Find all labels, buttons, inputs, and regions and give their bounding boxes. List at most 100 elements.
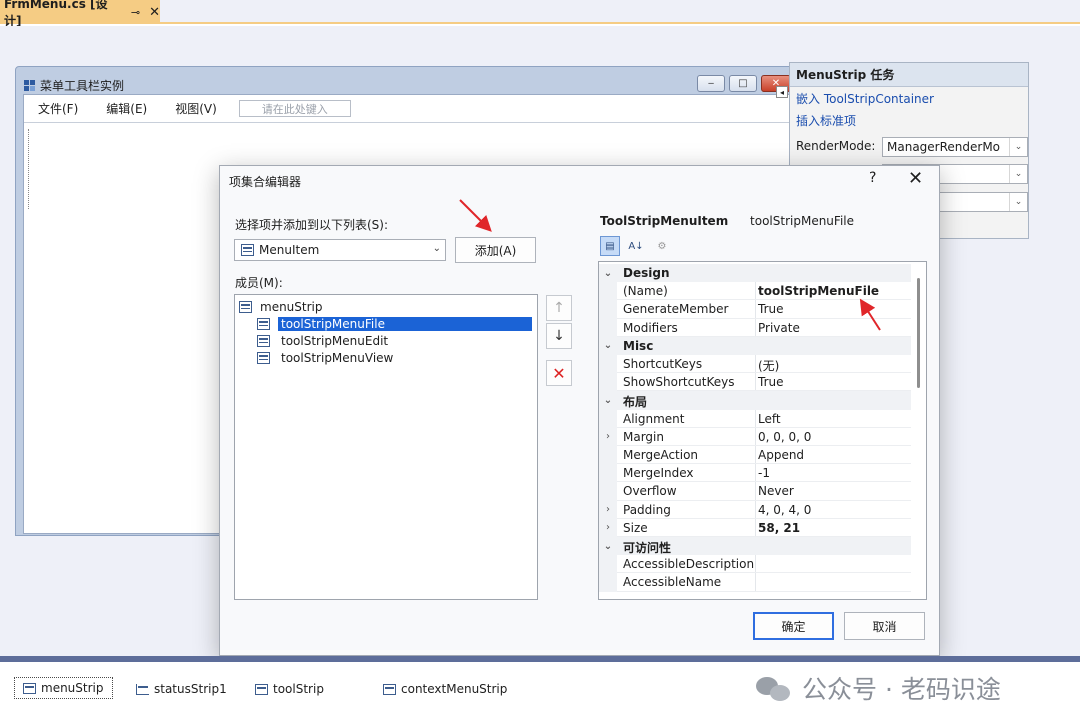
property-gutter <box>599 373 617 392</box>
add-button[interactable]: 添加(A) <box>455 237 536 263</box>
embed-container-link[interactable]: 嵌入 ToolStripContainer <box>796 90 934 107</box>
document-tab[interactable]: FrmMenu.cs [设计] ⊸ ✕ <box>0 0 160 28</box>
tree-item-edit[interactable]: toolStripMenuEdit <box>257 332 391 349</box>
form-app-icon <box>24 80 35 91</box>
expand-icon[interactable]: › <box>599 518 617 537</box>
property-row[interactable]: › Size 58, 21 <box>599 518 911 537</box>
property-row[interactable]: MergeAction Append <box>599 446 911 465</box>
property-category[interactable]: ⌄ 可访问性 <box>599 537 911 556</box>
chevron-down-icon: ⌄ <box>432 243 441 254</box>
select-item-label: 选择项并添加到以下列表(S): <box>235 218 389 232</box>
property-pages-icon[interactable]: ⚙ <box>652 236 672 256</box>
property-row[interactable]: (Name) toolStripMenuFile <box>599 282 911 301</box>
property-row[interactable]: › Margin 0, 0, 0, 0 <box>599 427 911 446</box>
property-row[interactable]: ShowShortcutKeys True <box>599 373 911 392</box>
property-grid-scrollbar[interactable] <box>917 278 920 388</box>
tray-item-toolstrip[interactable]: toolStrip <box>255 682 324 696</box>
property-value[interactable]: True <box>758 375 784 389</box>
remove-button[interactable]: ✕ <box>546 360 572 386</box>
chevron-down-icon: ⌄ <box>1009 193 1027 211</box>
property-gutter <box>599 464 617 483</box>
contextmenustrip-icon <box>383 683 396 695</box>
form-title: 菜单工具栏实例 <box>40 79 125 93</box>
tree-item-label: toolStripMenuFile <box>277 315 533 332</box>
dialog-close-icon[interactable]: ✕ <box>908 168 923 189</box>
collapse-icon[interactable]: ⌄ <box>599 391 617 410</box>
pin-icon[interactable]: ⊸ <box>131 6 140 19</box>
tree-root[interactable]: menuStrip <box>239 298 323 315</box>
property-category[interactable]: ⌄ Misc <box>599 336 911 355</box>
menu-item-view[interactable]: 视图(V) <box>169 100 223 117</box>
property-row[interactable]: Modifiers Private <box>599 318 911 337</box>
property-value[interactable]: Left <box>758 412 781 426</box>
tray-item-label: toolStrip <box>273 682 324 696</box>
property-value[interactable]: 58, 21 <box>758 521 800 535</box>
property-category[interactable]: ⌄ 布局 <box>599 391 911 410</box>
chevron-down-icon: ⌄ <box>1009 165 1027 183</box>
menu-item-icon <box>257 317 270 330</box>
property-value[interactable]: 0, 0, 0, 0 <box>758 430 811 444</box>
property-row[interactable]: AccessibleDescription <box>599 555 911 574</box>
help-icon[interactable]: ? <box>869 170 876 186</box>
watermark: 公众号 · 老码识途 <box>754 670 1001 706</box>
tree-item-view[interactable]: toolStripMenuView <box>257 349 396 366</box>
property-name: ShortcutKeys <box>623 357 703 371</box>
property-value[interactable]: 4, 0, 4, 0 <box>758 503 811 517</box>
move-down-button[interactable]: ↓ <box>546 323 572 349</box>
property-row[interactable]: › Padding 4, 0, 4, 0 <box>599 500 911 519</box>
property-value[interactable]: Private <box>758 321 800 335</box>
component-tray: menuStrip statusStrip1 toolStrip context… <box>0 656 1080 722</box>
property-value[interactable]: True <box>758 302 784 316</box>
collapse-icon[interactable]: ⌄ <box>599 537 617 556</box>
property-value[interactable]: toolStripMenuFile <box>758 284 879 298</box>
property-row[interactable]: Overflow Never <box>599 482 911 501</box>
categorized-icon[interactable]: ▤ <box>600 236 620 256</box>
menu-item-edit[interactable]: 编辑(E) <box>100 100 153 117</box>
menu-strip[interactable]: 文件(F) 编辑(E) 视图(V) 请在此处键入 <box>24 95 790 123</box>
maximize-button[interactable]: □ <box>729 75 757 92</box>
tree-item-file[interactable]: toolStripMenuFile <box>257 315 535 332</box>
property-name: GenerateMember <box>623 302 729 317</box>
property-value[interactable]: (无) <box>758 357 779 374</box>
property-name: Padding <box>623 502 671 517</box>
dialog-title: 项集合编辑器 <box>229 175 302 189</box>
expand-icon[interactable]: › <box>599 500 617 519</box>
tray-item-label: menuStrip <box>41 681 104 695</box>
property-grid[interactable]: ⌄ Design (Name) toolStripMenuFile GenerateMe… <box>598 261 927 600</box>
item-type-value: MenuItem <box>259 243 320 257</box>
property-object-type: ToolStripMenuItem <box>600 214 729 228</box>
tray-item-statusstrip[interactable]: statusStrip1 <box>136 682 227 696</box>
tray-item-contextmenustrip[interactable]: contextMenuStrip <box>383 682 507 696</box>
property-row[interactable]: Alignment Left <box>599 409 911 428</box>
alphabetical-icon[interactable]: A↓ <box>626 236 646 256</box>
menu-item-file[interactable]: 文件(F) <box>32 100 84 117</box>
expand-icon[interactable]: › <box>599 427 617 446</box>
property-value[interactable]: -1 <box>758 466 770 480</box>
property-category[interactable]: ⌄ Design <box>599 264 911 283</box>
property-row[interactable]: AccessibleName <box>599 573 911 592</box>
tray-item-label: statusStrip1 <box>154 682 227 696</box>
item-type-select[interactable]: MenuItem ⌄ <box>234 239 446 261</box>
tasks-title: MenuStrip 任务 <box>790 63 1028 87</box>
cancel-button[interactable]: 取消 <box>844 612 925 640</box>
ok-button[interactable]: 确定 <box>753 612 834 640</box>
smart-tag-glyph-icon[interactable]: ◂ <box>776 86 788 98</box>
type-here-box[interactable]: 请在此处键入 <box>238 100 351 117</box>
collapse-icon[interactable]: ⌄ <box>599 336 617 355</box>
property-value[interactable]: Never <box>758 484 794 498</box>
property-gutter <box>599 555 617 574</box>
property-name: Design <box>623 266 670 280</box>
property-row[interactable]: MergeIndex -1 <box>599 464 911 483</box>
tray-item-menustrip[interactable]: menuStrip <box>14 677 113 699</box>
minimize-button[interactable]: ‒ <box>697 75 725 92</box>
property-row[interactable]: GenerateMember True <box>599 300 911 319</box>
render-mode-select[interactable]: ManagerRenderMo ⌄ <box>882 137 1028 157</box>
move-up-button[interactable]: ↑ <box>546 295 572 321</box>
property-row[interactable]: ShortcutKeys (无) <box>599 355 911 374</box>
close-tab-icon[interactable]: ✕ <box>149 5 160 20</box>
property-gutter <box>599 355 617 374</box>
collapse-icon[interactable]: ⌄ <box>599 264 617 283</box>
insert-standard-items-link[interactable]: 插入标准项 <box>796 112 856 129</box>
members-tree[interactable]: menuStrip toolStripMenuFile toolStripMen… <box>234 294 538 600</box>
property-value[interactable]: Append <box>758 448 804 462</box>
